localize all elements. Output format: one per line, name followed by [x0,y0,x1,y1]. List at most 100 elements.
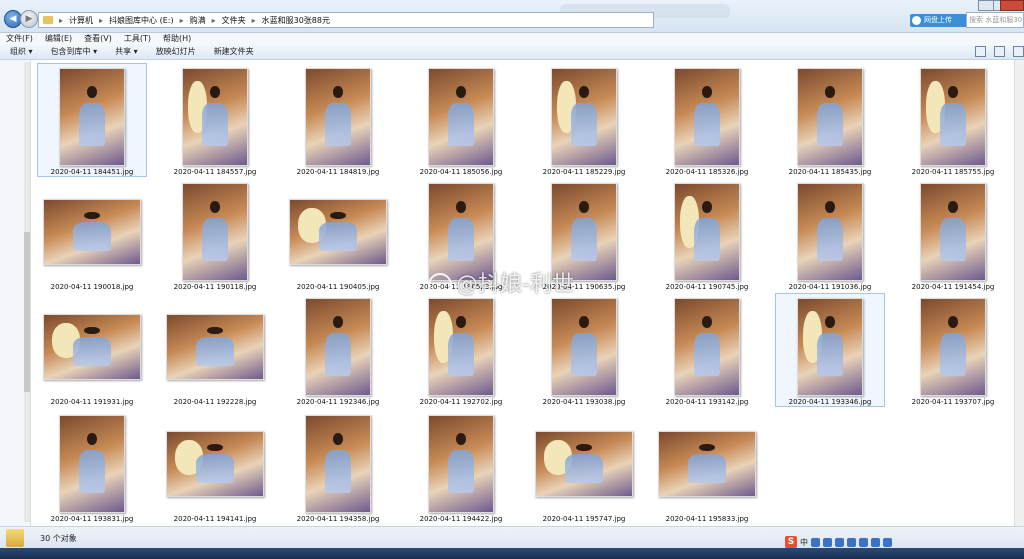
thumbnail[interactable] [797,68,863,166]
file-item[interactable]: 2020-04-11 190745.jpg [652,178,762,292]
forward-button-icon[interactable]: ▶ [20,10,38,28]
thumbnail[interactable] [674,298,740,396]
command-toolbar: 组织 ▾ 包含到库中 ▾ 共享 ▾ 放映幻灯片 新建文件夹 [0,43,1024,60]
thumbnail[interactable] [674,68,740,166]
file-item[interactable]: 2020-04-11 193707.jpg [898,293,1008,407]
thumbnail[interactable] [166,431,264,497]
file-item[interactable]: 2020-04-11 193142.jpg [652,293,762,407]
file-item[interactable]: 2020-04-11 185056.jpg [406,63,516,177]
navigation-scroll-thumb[interactable] [24,232,30,392]
thumbnail[interactable] [551,298,617,396]
thumbnail[interactable] [920,298,986,396]
thumbnail[interactable] [428,68,494,166]
organize-button[interactable]: 组织 ▾ [10,46,33,57]
ime-mode[interactable]: 中 [800,537,808,548]
thumbnail[interactable] [428,298,494,396]
thumbnail[interactable] [920,183,986,281]
menu-edit[interactable]: 编辑(E) [45,33,72,44]
punctuation-icon[interactable] [811,537,820,547]
thumbnail[interactable] [305,415,371,513]
file-item[interactable]: 2020-04-11 184451.jpg [37,63,147,177]
crumb-computer[interactable]: 计算机 [69,15,93,26]
view-options-icon[interactable] [975,46,986,57]
file-item[interactable]: 2020-04-11 190018.jpg [37,178,147,292]
emoji-icon[interactable] [823,537,832,547]
file-item[interactable]: 2020-04-11 192702.jpg [406,293,516,407]
file-item[interactable]: 2020-04-11 185755.jpg [898,63,1008,177]
help-icon[interactable] [1013,46,1024,57]
file-item[interactable]: 2020-04-11 195833.jpg [652,410,762,524]
thumbnail[interactable] [658,431,756,497]
thumbnail[interactable] [166,314,264,380]
thumbnail[interactable] [43,314,141,380]
file-item[interactable]: 2020-04-11 191454.jpg [898,178,1008,292]
minimize-icon[interactable] [978,0,994,11]
file-scrollbar[interactable] [1014,60,1024,526]
file-item[interactable]: 2020-04-11 185435.jpg [775,63,885,177]
file-item[interactable]: 2020-04-11 192228.jpg [160,293,270,407]
menu-help[interactable]: 帮助(H) [163,33,191,44]
crumb-purchased[interactable]: 购满 [190,15,206,26]
file-item[interactable]: 2020-04-11 193831.jpg [37,410,147,524]
file-item[interactable]: 2020-04-11 194358.jpg [283,410,393,524]
thumbnail[interactable] [674,183,740,281]
ime-toolbar[interactable]: S 中 [785,536,892,548]
sogou-logo-icon[interactable]: S [785,536,797,548]
menu-tools[interactable]: 工具(T) [124,33,151,44]
preview-pane-icon[interactable] [994,46,1005,57]
file-item[interactable]: 2020-04-11 184819.jpg [283,63,393,177]
file-name: 2020-04-11 191036.jpg [788,283,872,291]
file-item[interactable]: 2020-04-11 192346.jpg [283,293,393,407]
thumbnail[interactable] [305,298,371,396]
slideshow-button[interactable]: 放映幻灯片 [156,46,196,57]
file-item[interactable]: 2020-04-11 190118.jpg [160,178,270,292]
menu-file[interactable]: 文件(F) [6,33,33,44]
file-name: 2020-04-11 194141.jpg [173,515,257,523]
thumbnail[interactable] [535,431,633,497]
thumbnail[interactable] [551,68,617,166]
navigation-scrollbar[interactable] [24,62,30,522]
keyboard-icon[interactable] [847,537,856,547]
file-item[interactable]: 2020-04-11 191036.jpg [775,178,885,292]
file-item[interactable]: 2020-04-11 193346.jpg [775,293,885,407]
thumbnail[interactable] [182,68,248,166]
skin-icon[interactable] [859,537,868,547]
new-folder-button[interactable]: 新建文件夹 [214,46,254,57]
file-item[interactable]: 2020-04-11 195747.jpg [529,410,639,524]
thumbnail[interactable] [920,68,986,166]
file-name: 2020-04-11 194358.jpg [296,515,380,523]
file-item[interactable]: 2020-04-11 190405.jpg [283,178,393,292]
thumbnail[interactable] [182,183,248,281]
crumb-drive[interactable]: 抖娘图库中心 (E:) [109,15,174,26]
share-button[interactable]: 共享 ▾ [115,46,138,57]
thumbnail[interactable] [59,68,125,166]
thumbnail[interactable] [305,68,371,166]
include-in-library-button[interactable]: 包含到库中 ▾ [51,46,98,57]
file-item[interactable]: 2020-04-11 193038.jpg [529,293,639,407]
file-name: 2020-04-11 185755.jpg [911,168,995,176]
thumbnail[interactable] [59,415,125,513]
file-item[interactable]: 2020-04-11 185326.jpg [652,63,762,177]
crumb-folders[interactable]: 文件夹 [222,15,246,26]
toolbox-icon[interactable] [871,537,880,547]
thumbnail[interactable] [797,298,863,396]
file-item[interactable]: 2020-04-11 194141.jpg [160,410,270,524]
thumbnail[interactable] [797,183,863,281]
folder-icon [43,16,53,24]
address-bar: ◀ ▶ ▸ 计算机 ▸ 抖娘图库中心 (E:) ▸ 购满 ▸ 文件夹 ▸ 水蓝和… [0,0,1024,33]
file-item[interactable]: 2020-04-11 194422.jpg [406,410,516,524]
file-item[interactable]: 2020-04-11 185229.jpg [529,63,639,177]
menu-view[interactable]: 查看(V) [84,33,112,44]
file-item[interactable]: 2020-04-11 184557.jpg [160,63,270,177]
microphone-icon[interactable] [835,537,844,547]
file-name: 2020-04-11 193038.jpg [542,398,626,406]
thumbnail[interactable] [43,199,141,265]
file-item[interactable]: 2020-04-11 191931.jpg [37,293,147,407]
thumbnail[interactable] [289,199,387,265]
crumb-current-folder[interactable]: 水蓝和服30张88元 [262,15,330,26]
breadcrumb[interactable]: ▸ 计算机 ▸ 抖娘图库中心 (E:) ▸ 购满 ▸ 文件夹 ▸ 水蓝和服30张… [38,12,654,28]
thumbnail[interactable] [428,415,494,513]
search-input[interactable]: 搜索 水蓝和服30张88元 [966,12,1024,28]
close-icon[interactable] [1000,0,1024,11]
settings-icon[interactable] [883,537,892,547]
